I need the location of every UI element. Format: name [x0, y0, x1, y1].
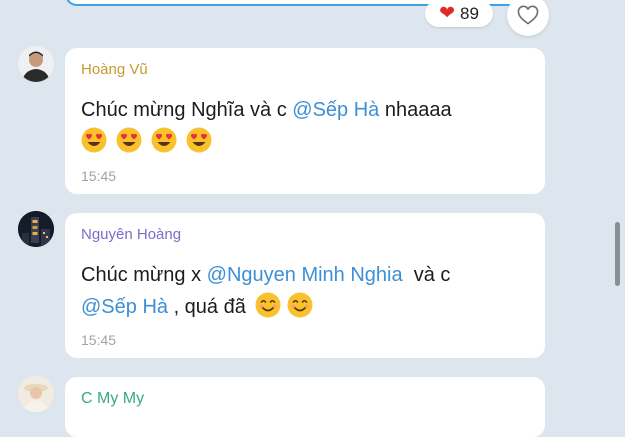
smiling-face-emoji-icon [255, 292, 281, 318]
sender-name[interactable]: Nguyên Hoàng [81, 225, 529, 245]
city-photo-icon [18, 211, 54, 247]
message-text-part: Chúc mừng Nghĩa và c [81, 99, 293, 121]
heart-outline-icon [517, 5, 539, 25]
heart-eyes-emoji-icon [151, 127, 177, 153]
avatar-nguyen-hoang[interactable] [18, 211, 54, 247]
message-text-part: , quá đã [168, 296, 246, 318]
message-timestamp: 15:45 [81, 168, 117, 184]
person-photo-icon [18, 376, 54, 412]
message-text-part: Chúc mừng x [81, 264, 207, 286]
mention-link[interactable]: @Sếp Hà [292, 99, 379, 121]
heart-icon: ❤ [439, 2, 455, 24]
heart-eyes-emoji-icon [81, 127, 107, 153]
mention-link[interactable]: @Sếp Hà [81, 296, 168, 318]
reaction-pill[interactable]: ❤ 89 [425, 0, 493, 27]
heart-eyes-emoji-icon [186, 127, 212, 153]
heart-eyes-emoji-icon [116, 127, 142, 153]
smiling-face-emoji-icon [287, 292, 313, 318]
avatar-hoang-vu[interactable] [18, 46, 54, 82]
message-text: Chúc mừng x @Nguyen Minh Nghia và c @Sếp … [81, 259, 529, 323]
sender-name[interactable]: Hoàng Vũ [81, 60, 529, 80]
mention-link[interactable]: @Nguyen Minh Nghia [207, 264, 403, 286]
message-text-part: nhaaaa [379, 99, 452, 121]
avatar-c-my-my[interactable] [18, 376, 54, 412]
reaction-count: 89 [460, 3, 479, 23]
like-button[interactable] [507, 0, 549, 36]
scrollbar-thumb[interactable] [615, 222, 620, 286]
message-text-part: và c [402, 264, 451, 286]
person-photo-icon [18, 46, 54, 82]
message-timestamp: 15:45 [81, 332, 117, 348]
sender-name[interactable]: C My My [81, 389, 529, 409]
message-bubble[interactable]: C My My [65, 377, 545, 437]
message-text: Chúc mừng Nghĩa và c @Sếp Hà nhaaaa [81, 94, 529, 158]
message-bubble[interactable]: Hoàng Vũ Chúc mừng Nghĩa và c @Sếp Hà nh… [65, 48, 545, 194]
message-bubble[interactable]: Nguyên Hoàng Chúc mừng x @Nguyen Minh Ng… [65, 213, 545, 358]
